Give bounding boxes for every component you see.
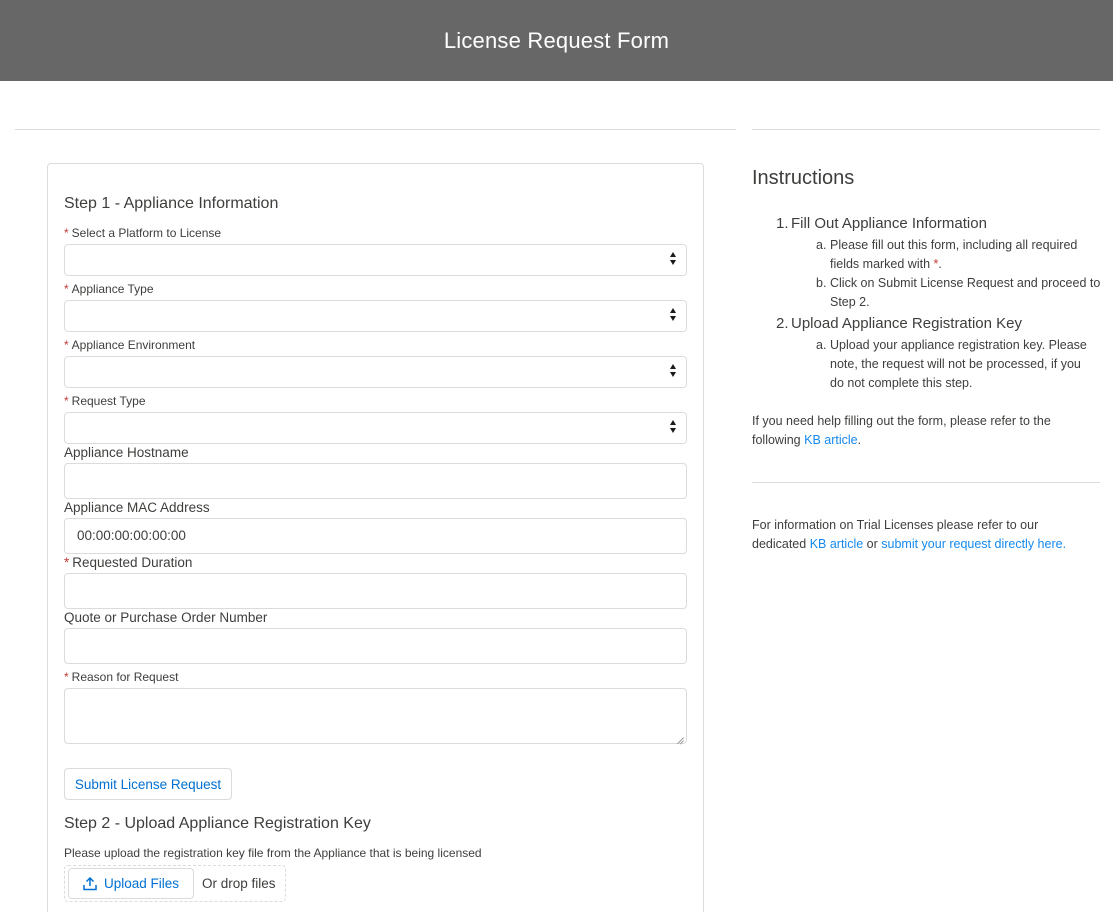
instruction-item-1a: Please fill out this form, including all… bbox=[830, 236, 1100, 274]
instruction-item-2a-line3: do not complete this step. bbox=[830, 376, 973, 390]
environment-select[interactable] bbox=[64, 356, 687, 388]
required-marker: * bbox=[64, 338, 69, 352]
help-text: If you need help filling out the form, p… bbox=[752, 412, 1102, 450]
period: . bbox=[938, 257, 942, 271]
select-arrows-icon bbox=[670, 252, 678, 270]
instruction-item-1a-line1: Please fill out this form, including all… bbox=[830, 238, 1078, 252]
trial-text-line1: For information on Trial Licenses please… bbox=[752, 518, 1039, 532]
resize-handle-icon[interactable] bbox=[676, 733, 684, 741]
upload-files-label: Upload Files bbox=[103, 876, 180, 891]
required-marker: * bbox=[64, 670, 69, 684]
po-input[interactable] bbox=[64, 628, 687, 664]
required-marker: * bbox=[64, 226, 69, 240]
required-marker: * bbox=[64, 282, 69, 296]
divider-instructions bbox=[752, 482, 1100, 483]
divider-right bbox=[752, 129, 1100, 130]
list-item-number: 2. bbox=[776, 315, 789, 332]
page-header: License Request Form bbox=[0, 0, 1113, 81]
reason-label-text: Reason for Request bbox=[71, 670, 179, 684]
platform-label: * Select a Platform to License bbox=[64, 226, 221, 240]
upload-icon bbox=[83, 876, 97, 890]
platform-label-text: Select a Platform to License bbox=[71, 226, 222, 240]
instruction-item-1: Fill Out Appliance Information bbox=[791, 215, 987, 232]
drop-files-text: Or drop files bbox=[202, 876, 276, 891]
instruction-item-1b-line2: Step 2. bbox=[830, 295, 870, 309]
instruction-item-2a: Upload your appliance registration key. … bbox=[830, 336, 1100, 393]
request-type-label: * Request Type bbox=[64, 394, 146, 408]
environment-label: * Appliance Environment bbox=[64, 338, 195, 352]
trial-text: For information on Trial Licenses please… bbox=[752, 516, 1102, 554]
instruction-item-2: Upload Appliance Registration Key bbox=[791, 315, 1022, 332]
duration-label: * Requested Duration bbox=[64, 555, 192, 570]
required-marker: * bbox=[64, 394, 69, 408]
help-text-line1: If you need help filling out the form, p… bbox=[752, 414, 1051, 428]
request-type-select[interactable] bbox=[64, 412, 687, 444]
appliance-type-select[interactable] bbox=[64, 300, 687, 332]
platform-select[interactable] bbox=[64, 244, 687, 276]
reason-textarea[interactable] bbox=[64, 688, 687, 744]
kb-article-link[interactable]: KB article bbox=[804, 433, 858, 447]
submit-request-directly-link[interactable]: submit your request directly here. bbox=[881, 537, 1066, 551]
mac-label: Appliance MAC Address bbox=[64, 500, 210, 515]
po-label: Quote or Purchase Order Number bbox=[64, 610, 268, 625]
appliance-type-label-text: Appliance Type bbox=[71, 282, 154, 296]
select-arrows-icon bbox=[670, 308, 678, 326]
request-type-label-text: Request Type bbox=[71, 394, 146, 408]
duration-input[interactable] bbox=[64, 573, 687, 609]
step1-title: Step 1 - Appliance Information bbox=[64, 195, 279, 212]
list-item-letter: a. bbox=[816, 338, 827, 352]
instruction-item-1b: Click on Submit License Request and proc… bbox=[830, 274, 1105, 312]
appliance-type-label: * Appliance Type bbox=[64, 282, 154, 296]
trial-text-line2-prefix: dedicated bbox=[752, 537, 810, 551]
page-title: License Request Form bbox=[443, 27, 670, 53]
hostname-label: Appliance Hostname bbox=[64, 445, 189, 460]
list-item-letter: b. bbox=[816, 276, 827, 290]
upload-files-button[interactable]: Upload Files bbox=[68, 868, 194, 899]
divider-left bbox=[15, 129, 736, 130]
instruction-item-2a-line2: note, the request will not be processed,… bbox=[830, 357, 1081, 371]
file-dropzone[interactable]: Upload Files Or drop files bbox=[64, 865, 286, 902]
help-text-line2-prefix: following bbox=[752, 433, 805, 447]
select-arrows-icon bbox=[670, 420, 678, 438]
step2-title: Step 2 - Upload Appliance Registration K… bbox=[64, 815, 371, 832]
list-item-letter: a. bbox=[816, 238, 827, 252]
environment-label-text: Appliance Environment bbox=[71, 338, 196, 352]
select-arrows-icon bbox=[670, 364, 678, 382]
required-marker: * bbox=[64, 555, 70, 570]
period: . bbox=[857, 433, 862, 447]
trial-text-or: or bbox=[863, 537, 882, 551]
instruction-item-2a-line1: Upload your appliance registration key. … bbox=[830, 338, 1087, 352]
hostname-input[interactable] bbox=[64, 463, 687, 499]
submit-license-request-button[interactable]: Submit License Request bbox=[64, 768, 232, 800]
list-item-number: 1. bbox=[776, 215, 789, 232]
trial-kb-article-link[interactable]: KB article bbox=[810, 537, 864, 551]
instruction-item-1b-line1: Click on Submit License Request and proc… bbox=[830, 276, 1101, 290]
reason-label: * Reason for Request bbox=[64, 670, 178, 684]
duration-label-text: Requested Duration bbox=[72, 555, 193, 570]
upload-help-text: Please upload the registration key file … bbox=[64, 846, 482, 860]
instructions-title: Instructions bbox=[752, 167, 855, 189]
instruction-item-1a-line2: fields marked with bbox=[830, 257, 931, 271]
mac-input[interactable]: 00:00:00:00:00:00 bbox=[64, 518, 687, 554]
